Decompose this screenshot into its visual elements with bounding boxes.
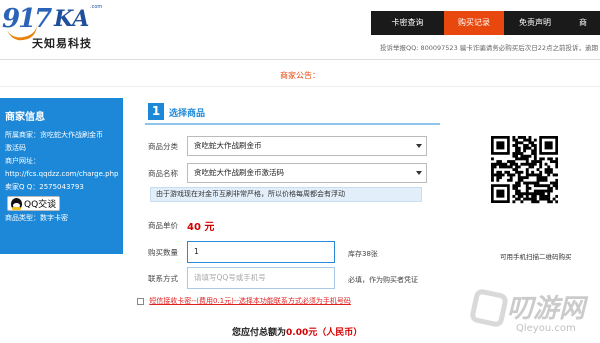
merchant-url-label: 商户网址： xyxy=(5,157,40,165)
product-name-value: 贪吃蛇大作战刷金币激活码 xyxy=(194,168,284,177)
price-hint: 由于游戏现在对金币互刷非常严格，所以价格每周都会有浮动 xyxy=(150,187,422,202)
product-name-select[interactable]: 贪吃蛇大作战刷金币激活码 xyxy=(187,163,427,183)
section-underline xyxy=(145,123,440,125)
qr-caption: 可用手机扫描二维码购买 xyxy=(500,253,572,261)
unit-price-label: 商品单价 xyxy=(148,221,178,230)
site-logo[interactable]: 917 KA .com 天知易科技 xyxy=(2,4,118,50)
product-name-label: 商品名称 xyxy=(148,169,178,178)
category-select[interactable]: 贪吃蛇大作战刷金币 xyxy=(187,136,427,156)
dropdown-arrow-icon xyxy=(416,144,422,148)
dropdown-arrow-icon xyxy=(416,171,422,175)
stock-count: 库存38张 xyxy=(348,250,378,258)
total-prefix: 您应付总额为 xyxy=(232,328,287,338)
sms-option: 短信接收卡密--(费用0.1元)--选择本功能联系方式必须为手机号码 xyxy=(137,296,351,306)
category-label: 商品分类 xyxy=(148,142,178,151)
quantity-label: 购买数量 xyxy=(148,248,178,257)
complaint-notice: 投诉举报QQ: 800097523 骗卡诈骗请务必购买后次日22点之前投诉，逾期 xyxy=(380,44,599,52)
quantity-input[interactable]: 1 xyxy=(187,241,335,263)
unit-price: 40 元 xyxy=(187,222,215,233)
merchant-product-type: 商品类型：数字卡密 xyxy=(5,214,68,222)
top-nav: 卡密查询 购买记录 免责声明 商 xyxy=(371,11,600,35)
nav-disclaimer[interactable]: 免责声明 xyxy=(504,11,566,35)
qr-code-icon xyxy=(491,136,558,204)
merchant-store: 所属商家：贪吃蛇大作战刷金币 xyxy=(5,131,103,139)
watermark-text: 叨游网 xyxy=(507,294,586,324)
qq-penguin-icon xyxy=(11,197,22,210)
qr-code xyxy=(491,136,558,246)
nav-purchase-records[interactable]: 购买记录 xyxy=(444,11,504,35)
watermark: 叨游网 Qleyou.com xyxy=(468,283,600,343)
section-title: 选择商品 xyxy=(169,109,206,119)
merchant-qq: 卖家Q Q：2575043793 xyxy=(5,183,84,191)
merchant-store-cont: 激活码 xyxy=(5,144,26,152)
merchant-title: 商家信息 xyxy=(5,112,45,123)
divider xyxy=(0,86,600,87)
contact-label: 联系方式 xyxy=(148,274,178,283)
header: 917 KA .com 天知易科技 卡密查询 购买记录 免责声明 商 投诉举报Q… xyxy=(0,0,600,60)
total-amount: 您应付总额为0.00元（人民币） xyxy=(232,325,362,338)
sms-checkbox[interactable] xyxy=(137,297,144,305)
merchant-info-panel: 商家信息 所属商家：贪吃蛇大作战刷金币 激活码 商户网址： http://fcs… xyxy=(0,98,123,254)
total-unit: 元（人民币） xyxy=(308,328,363,338)
sms-option-label[interactable]: 短信接收卡密--(费用0.1元)--选择本功能联系方式必须为手机号码 xyxy=(149,297,351,305)
nav-merchant[interactable]: 商 xyxy=(566,11,600,35)
category-value: 贪吃蛇大作战刷金币 xyxy=(194,141,262,150)
qq-chat-label: QQ交谈 xyxy=(24,200,57,210)
watermark-url: Qleyou.com xyxy=(516,323,576,334)
merchant-url[interactable]: http://fcs.qqdzz.com/charge.php xyxy=(5,170,118,179)
nav-card-query[interactable]: 卡密查询 xyxy=(371,11,444,35)
step-number: 1 xyxy=(148,103,164,120)
qq-chat-button[interactable]: QQ交谈 xyxy=(7,196,61,211)
contact-input[interactable]: 请填写QQ号或手机号 xyxy=(187,267,335,289)
logo-ka: KA xyxy=(54,6,90,32)
contact-note: 必填，作为购买者凭证 xyxy=(348,276,418,284)
merchant-announcement: 商家公告： xyxy=(280,71,320,80)
logo-name: 天知易科技 xyxy=(32,37,92,50)
total-value: 0.00 xyxy=(286,328,309,338)
watermark-logo-icon xyxy=(468,287,510,329)
logo-domain: .com xyxy=(90,4,103,10)
